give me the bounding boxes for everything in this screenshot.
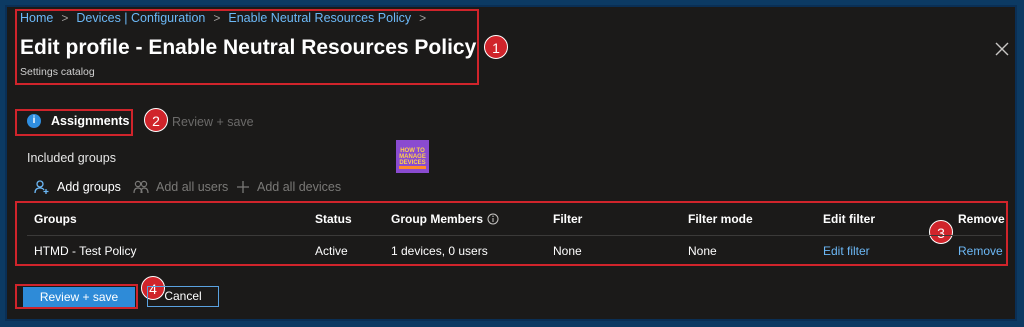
column-header-filter-mode: Filter mode bbox=[688, 212, 753, 226]
table-cell-status: Active bbox=[315, 244, 348, 258]
plus-icon bbox=[237, 181, 249, 193]
column-header-groups: Groups bbox=[34, 212, 77, 226]
included-groups-label: Included groups bbox=[27, 151, 116, 165]
add-all-users-label: Add all users bbox=[156, 180, 229, 194]
column-header-group-members: Group Members bbox=[391, 212, 499, 226]
tab-assignments-label: Assignments bbox=[51, 114, 130, 128]
column-header-remove: Remove bbox=[958, 212, 1005, 226]
add-person-icon bbox=[34, 180, 49, 194]
table-cell-members: 1 devices, 0 users bbox=[391, 244, 488, 258]
table-divider bbox=[27, 235, 1002, 236]
close-icon[interactable] bbox=[993, 40, 1011, 58]
column-header-filter: Filter bbox=[553, 212, 583, 226]
add-groups-label: Add groups bbox=[57, 180, 121, 194]
tab-review-save[interactable]: Review + save bbox=[172, 115, 254, 129]
remove-link[interactable]: Remove bbox=[958, 244, 1003, 258]
annotation-badge-1: 1 bbox=[484, 35, 508, 59]
add-groups-button[interactable]: Add groups bbox=[34, 180, 121, 194]
add-all-devices-label: Add all devices bbox=[257, 180, 342, 194]
column-header-group-members-label: Group Members bbox=[391, 212, 484, 226]
cancel-button[interactable]: Cancel bbox=[147, 286, 219, 307]
tab-assignments[interactable]: i Assignments bbox=[27, 114, 130, 128]
highlight-box-header bbox=[15, 9, 479, 85]
add-all-devices-button[interactable]: Add all devices bbox=[236, 180, 341, 194]
table-cell-filter-mode: None bbox=[688, 244, 717, 258]
watermark-logo: HOW TO MANAGE DEVICES bbox=[396, 140, 429, 173]
annotation-badge-3: 3 bbox=[929, 220, 953, 244]
info-icon: i bbox=[27, 114, 41, 128]
review-save-button[interactable]: Review + save bbox=[23, 287, 135, 307]
column-header-edit-filter: Edit filter bbox=[823, 212, 876, 226]
info-icon bbox=[487, 213, 499, 225]
column-header-status: Status bbox=[315, 212, 352, 226]
table-cell-group: HTMD - Test Policy bbox=[34, 244, 137, 258]
edit-filter-link[interactable]: Edit filter bbox=[823, 244, 870, 258]
add-all-users-button[interactable]: Add all users bbox=[133, 180, 228, 194]
people-icon bbox=[133, 180, 149, 194]
table-cell-filter: None bbox=[553, 244, 582, 258]
annotation-badge-2: 2 bbox=[144, 108, 168, 132]
